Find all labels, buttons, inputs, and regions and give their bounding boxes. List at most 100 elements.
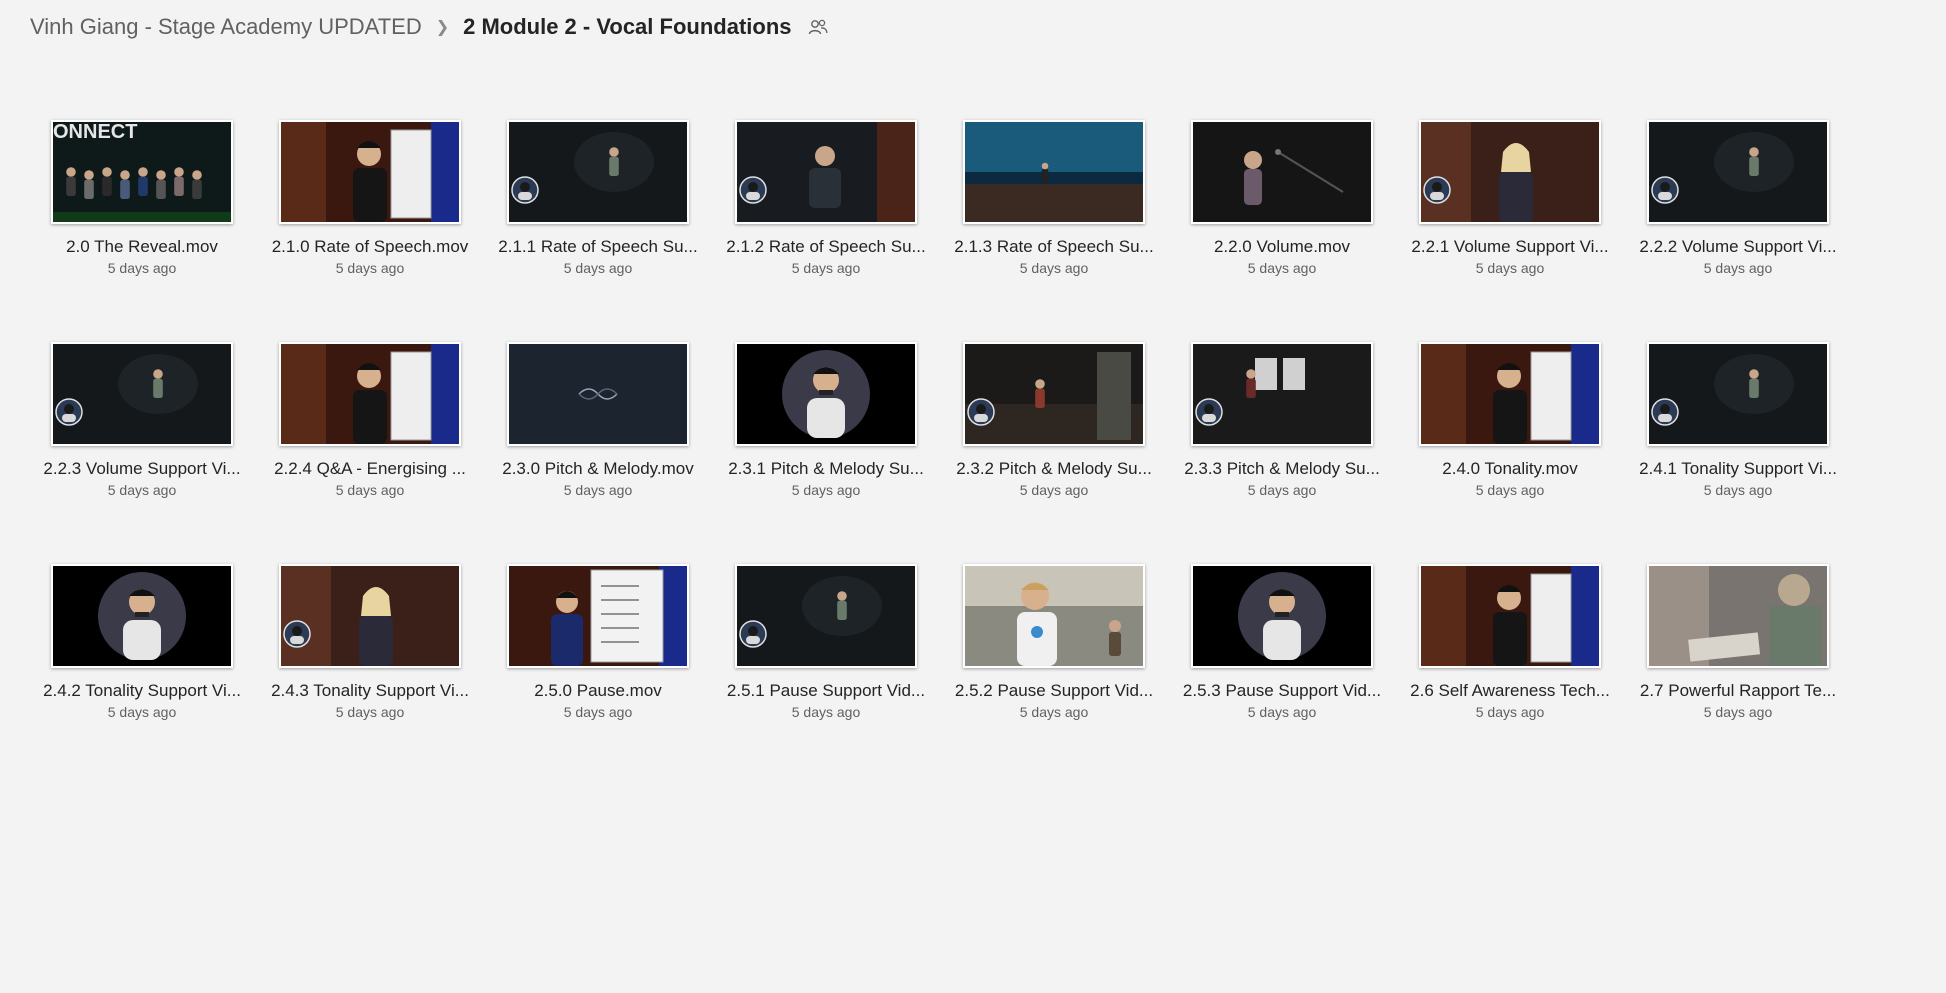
- file-modified-date: 5 days ago: [1247, 260, 1317, 276]
- file-tile[interactable]: 2.3.2 Pitch & Melody Su... 5 days ago: [940, 340, 1168, 562]
- video-thumbnail[interactable]: [1647, 342, 1829, 446]
- file-tile[interactable]: 2.2.3 Volume Support Vi... 5 days ago: [28, 340, 256, 562]
- file-tile[interactable]: 2.5.3 Pause Support Vid... 5 days ago: [1168, 562, 1396, 784]
- file-tile[interactable]: 2.3.0 Pitch & Melody.mov 5 days ago: [484, 340, 712, 562]
- breadcrumb: Vinh Giang - Stage Academy UPDATED ❯ 2 M…: [30, 12, 828, 42]
- file-name[interactable]: 2.4.1 Tonality Support Vi...: [1627, 459, 1849, 479]
- file-tile[interactable]: 2.5.2 Pause Support Vid... 5 days ago: [940, 562, 1168, 784]
- file-name[interactable]: 2.0 The Reveal.mov: [31, 237, 253, 257]
- video-thumbnail[interactable]: [1191, 564, 1373, 668]
- video-thumbnail[interactable]: [1647, 120, 1829, 224]
- file-tile[interactable]: 2.4.2 Tonality Support Vi... 5 days ago: [28, 562, 256, 784]
- file-name[interactable]: 2.2.2 Volume Support Vi...: [1627, 237, 1849, 257]
- file-modified-date: 5 days ago: [563, 260, 633, 276]
- video-thumbnail[interactable]: [735, 120, 917, 224]
- file-name[interactable]: 2.3.0 Pitch & Melody.mov: [487, 459, 709, 479]
- video-thumbnail[interactable]: [1419, 342, 1601, 446]
- svg-text:ONNECT: ONNECT: [53, 122, 137, 143]
- file-modified-date: 5 days ago: [1475, 482, 1545, 498]
- file-tile[interactable]: 2.3.1 Pitch & Melody Su... 5 days ago: [712, 340, 940, 562]
- file-tile[interactable]: 2.1.0 Rate of Speech.mov 5 days ago: [256, 118, 484, 340]
- file-name[interactable]: 2.2.3 Volume Support Vi...: [31, 459, 253, 479]
- file-modified-date: 5 days ago: [335, 260, 405, 276]
- video-thumbnail[interactable]: [507, 564, 689, 668]
- file-name[interactable]: 2.2.0 Volume.mov: [1171, 237, 1393, 257]
- file-name[interactable]: 2.1.3 Rate of Speech Su...: [943, 237, 1165, 257]
- video-thumbnail[interactable]: [1419, 564, 1601, 668]
- file-modified-date: 5 days ago: [1019, 260, 1089, 276]
- file-modified-date: 5 days ago: [1019, 704, 1089, 720]
- file-modified-date: 5 days ago: [107, 704, 177, 720]
- video-thumbnail[interactable]: [735, 342, 917, 446]
- file-name[interactable]: 2.5.0 Pause.mov: [487, 681, 709, 701]
- video-thumbnail[interactable]: [1191, 120, 1373, 224]
- file-tile[interactable]: 2.1.3 Rate of Speech Su... 5 days ago: [940, 118, 1168, 340]
- file-name[interactable]: 2.3.1 Pitch & Melody Su...: [715, 459, 937, 479]
- video-thumbnail[interactable]: ONNECT: [51, 120, 233, 224]
- video-thumbnail[interactable]: [507, 342, 689, 446]
- video-thumbnail[interactable]: [51, 564, 233, 668]
- file-modified-date: 5 days ago: [791, 704, 861, 720]
- video-thumbnail[interactable]: [279, 564, 461, 668]
- file-modified-date: 5 days ago: [335, 482, 405, 498]
- file-modified-date: 5 days ago: [1019, 482, 1089, 498]
- breadcrumb-parent-link[interactable]: Vinh Giang - Stage Academy UPDATED: [30, 14, 422, 40]
- file-name[interactable]: 2.4.0 Tonality.mov: [1399, 459, 1621, 479]
- file-name[interactable]: 2.3.2 Pitch & Melody Su...: [943, 459, 1165, 479]
- video-thumbnail[interactable]: [507, 120, 689, 224]
- file-tile[interactable]: 2.4.3 Tonality Support Vi... 5 days ago: [256, 562, 484, 784]
- file-tile[interactable]: 2.6 Self Awareness Tech... 5 days ago: [1396, 562, 1624, 784]
- file-tile[interactable]: 2.1.2 Rate of Speech Su... 5 days ago: [712, 118, 940, 340]
- file-tile[interactable]: 2.4.1 Tonality Support Vi... 5 days ago: [1624, 340, 1852, 562]
- file-name[interactable]: 2.2.4 Q&A - Energising ...: [259, 459, 481, 479]
- file-tile[interactable]: 2.7 Powerful Rapport Te... 5 days ago: [1624, 562, 1852, 784]
- file-name[interactable]: 2.3.3 Pitch & Melody Su...: [1171, 459, 1393, 479]
- file-tile[interactable]: 2.2.1 Volume Support Vi... 5 days ago: [1396, 118, 1624, 340]
- file-tile[interactable]: 2.5.0 Pause.mov 5 days ago: [484, 562, 712, 784]
- file-name[interactable]: 2.7 Powerful Rapport Te...: [1627, 681, 1849, 701]
- file-name[interactable]: 2.6 Self Awareness Tech...: [1399, 681, 1621, 701]
- file-tile[interactable]: 2.5.1 Pause Support Vid... 5 days ago: [712, 562, 940, 784]
- video-thumbnail[interactable]: [279, 342, 461, 446]
- file-tile[interactable]: 2.1.1 Rate of Speech Su... 5 days ago: [484, 118, 712, 340]
- file-name[interactable]: 2.5.3 Pause Support Vid...: [1171, 681, 1393, 701]
- video-thumbnail[interactable]: [1191, 342, 1373, 446]
- video-thumbnail[interactable]: [1419, 120, 1601, 224]
- file-modified-date: 5 days ago: [1475, 260, 1545, 276]
- file-tile[interactable]: 2.2.4 Q&A - Energising ... 5 days ago: [256, 340, 484, 562]
- file-name[interactable]: 2.1.1 Rate of Speech Su...: [487, 237, 709, 257]
- video-thumbnail[interactable]: [735, 564, 917, 668]
- file-modified-date: 5 days ago: [1475, 704, 1545, 720]
- file-tile[interactable]: 2.2.2 Volume Support Vi... 5 days ago: [1624, 118, 1852, 340]
- people-icon[interactable]: [808, 18, 828, 36]
- file-modified-date: 5 days ago: [335, 704, 405, 720]
- file-name[interactable]: 2.1.2 Rate of Speech Su...: [715, 237, 937, 257]
- breadcrumb-current-folder: 2 Module 2 - Vocal Foundations: [463, 14, 792, 39]
- file-name[interactable]: 2.4.3 Tonality Support Vi...: [259, 681, 481, 701]
- video-thumbnail[interactable]: [51, 342, 233, 446]
- video-thumbnail[interactable]: [279, 120, 461, 224]
- file-tile[interactable]: 2.3.3 Pitch & Melody Su... 5 days ago: [1168, 340, 1396, 562]
- file-modified-date: 5 days ago: [791, 482, 861, 498]
- file-modified-date: 5 days ago: [107, 260, 177, 276]
- file-tile[interactable]: ONNECT 2.0 The Reveal.mov 5 days ago: [28, 118, 256, 340]
- file-modified-date: 5 days ago: [1703, 482, 1773, 498]
- file-name[interactable]: 2.5.1 Pause Support Vid...: [715, 681, 937, 701]
- file-tile[interactable]: 2.4.0 Tonality.mov 5 days ago: [1396, 340, 1624, 562]
- file-modified-date: 5 days ago: [1703, 260, 1773, 276]
- video-thumbnail[interactable]: [963, 342, 1145, 446]
- video-thumbnail[interactable]: [963, 120, 1145, 224]
- file-modified-date: 5 days ago: [563, 704, 633, 720]
- file-name[interactable]: 2.1.0 Rate of Speech.mov: [259, 237, 481, 257]
- video-thumbnail[interactable]: [963, 564, 1145, 668]
- file-name[interactable]: 2.4.2 Tonality Support Vi...: [31, 681, 253, 701]
- file-name[interactable]: 2.5.2 Pause Support Vid...: [943, 681, 1165, 701]
- file-tile[interactable]: 2.2.0 Volume.mov 5 days ago: [1168, 118, 1396, 340]
- chevron-right-icon: ❯: [435, 19, 450, 36]
- file-modified-date: 5 days ago: [107, 482, 177, 498]
- file-modified-date: 5 days ago: [1703, 704, 1773, 720]
- file-name[interactable]: 2.2.1 Volume Support Vi...: [1399, 237, 1621, 257]
- file-modified-date: 5 days ago: [563, 482, 633, 498]
- video-thumbnail[interactable]: [1647, 564, 1829, 668]
- file-modified-date: 5 days ago: [1247, 704, 1317, 720]
